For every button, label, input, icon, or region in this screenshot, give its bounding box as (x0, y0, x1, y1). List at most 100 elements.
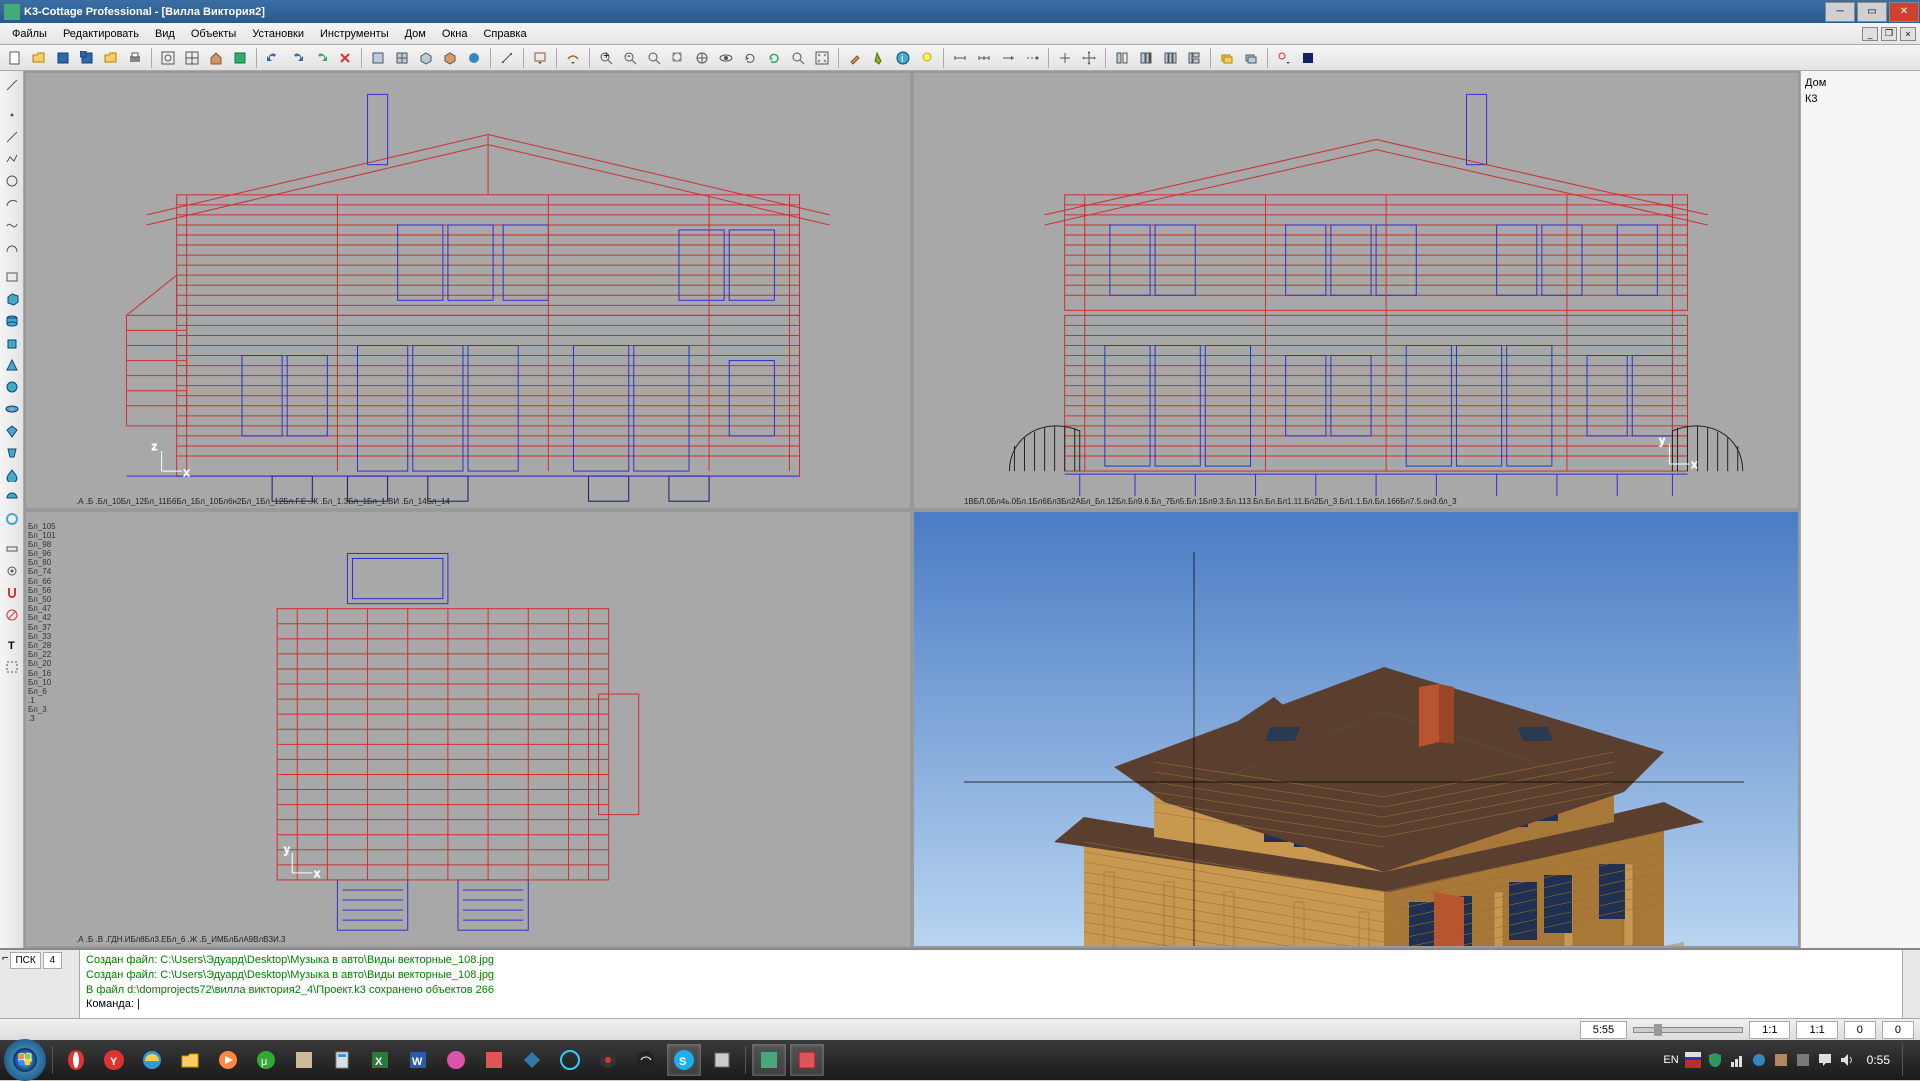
tray-app1-icon[interactable] (1751, 1052, 1767, 1068)
menu-settings[interactable]: Установки (244, 25, 312, 43)
rotate-button[interactable] (739, 47, 761, 69)
solid-2-icon[interactable] (2, 443, 22, 463)
orbit-button[interactable] (715, 47, 737, 69)
snap-dropdown-button[interactable] (1273, 47, 1295, 69)
layer-1-button[interactable] (1216, 47, 1238, 69)
start-button[interactable] (4, 1039, 46, 1081)
polyline-tool-icon[interactable] (2, 149, 22, 169)
marker-button[interactable] (868, 47, 890, 69)
app-tool-button[interactable] (229, 47, 251, 69)
prism-tool-icon[interactable] (2, 333, 22, 353)
color-swatch-button[interactable] (1297, 47, 1319, 69)
render-mode-button[interactable] (463, 47, 485, 69)
dropdown-2-button[interactable] (562, 47, 584, 69)
tray-network-icon[interactable] (1729, 1052, 1745, 1068)
taskbar-wmp-icon[interactable] (211, 1044, 245, 1076)
tray-action-center-icon[interactable] (1817, 1052, 1833, 1068)
snap-move-button[interactable] (1078, 47, 1100, 69)
open-folder-button[interactable] (100, 47, 122, 69)
cylinder-tool-icon[interactable] (2, 311, 22, 331)
light-button[interactable] (916, 47, 938, 69)
taskbar-app2-icon[interactable] (439, 1044, 473, 1076)
ruler-tool-icon[interactable] (2, 539, 22, 559)
mdi-restore-button[interactable]: ❐ (1881, 27, 1897, 41)
tray-shield-icon[interactable] (1707, 1052, 1723, 1068)
repeat-button[interactable] (310, 47, 332, 69)
zoom-all-button[interactable] (811, 47, 833, 69)
line-tool-icon[interactable] (2, 127, 22, 147)
dim-chain-button[interactable] (973, 47, 995, 69)
refresh-button[interactable] (763, 47, 785, 69)
frame-tool-icon[interactable] (2, 657, 22, 677)
measure-button[interactable] (496, 47, 518, 69)
viewport-3d-render[interactable]: xyz (914, 512, 1798, 947)
cap-tool-icon[interactable] (2, 487, 22, 507)
taskbar-app8-icon[interactable] (705, 1044, 739, 1076)
pan-button[interactable] (691, 47, 713, 69)
snap-cross-button[interactable] (1054, 47, 1076, 69)
open-file-button[interactable] (28, 47, 50, 69)
taskbar-k3-app-icon[interactable] (752, 1044, 786, 1076)
taskbar-app3-icon[interactable] (477, 1044, 511, 1076)
dim-arrow-button[interactable] (997, 47, 1019, 69)
ring-tool-icon[interactable] (2, 509, 22, 529)
sphere-tool-icon[interactable] (2, 377, 22, 397)
command-scrollbar[interactable] (1902, 950, 1920, 1018)
grid-button[interactable] (181, 47, 203, 69)
home-button[interactable] (205, 47, 227, 69)
taskbar-app5-icon[interactable] (553, 1044, 587, 1076)
menu-objects[interactable]: Объекты (183, 25, 244, 43)
view-iso-button[interactable] (415, 47, 437, 69)
menu-windows[interactable]: Окна (434, 25, 476, 43)
taskbar-ie-icon[interactable] (135, 1044, 169, 1076)
cancel-button[interactable] (334, 47, 356, 69)
dim-point-button[interactable] (1021, 47, 1043, 69)
fit-screen-button[interactable] (157, 47, 179, 69)
arc-tool-icon[interactable] (2, 193, 22, 213)
window-close-button[interactable]: ✕ (1889, 2, 1919, 22)
column-tree-button[interactable] (1183, 47, 1205, 69)
tray-flag-icon[interactable] (1685, 1052, 1701, 1068)
mdi-close-button[interactable]: × (1900, 27, 1916, 41)
taskbar-word-icon[interactable]: W (401, 1044, 435, 1076)
redo-button[interactable] (286, 47, 308, 69)
save-as-button[interactable] (76, 47, 98, 69)
tray-clock[interactable]: 0:55 (1861, 1053, 1896, 1067)
menu-view[interactable]: Вид (147, 25, 183, 43)
menu-tools[interactable]: Инструменты (312, 25, 397, 43)
menu-house[interactable]: Дом (397, 25, 434, 43)
magnet-tool-icon[interactable] (2, 583, 22, 603)
undo-button[interactable] (262, 47, 284, 69)
viewport-front-elevation[interactable]: zx .А .Б .Бл_10Бл_12Бл_11Б6Бл_1Бл_10Бл6н… (26, 73, 910, 508)
zoom-extents-button[interactable] (667, 47, 689, 69)
taskbar-app7-icon[interactable] (629, 1044, 663, 1076)
window-maximize-button[interactable]: ▭ (1857, 2, 1887, 22)
taskbar-excel-icon[interactable]: X (363, 1044, 397, 1076)
tray-volume-icon[interactable] (1839, 1052, 1855, 1068)
menu-help[interactable]: Справка (475, 25, 534, 43)
pencil-line-icon[interactable] (2, 75, 22, 95)
print-button[interactable] (124, 47, 146, 69)
viewport-rear-elevation[interactable]: xy 1ВБЛ.0Бл4ь.0Бл.1Бл6Бл3Бл2АБл_Бл.12Бл.… (914, 73, 1798, 508)
zoom-in-button[interactable]: + (595, 47, 617, 69)
layer-2-button[interactable] (1240, 47, 1262, 69)
solid-1-icon[interactable] (2, 421, 22, 441)
taskbar-snip-icon[interactable] (790, 1044, 824, 1076)
point-tool-icon[interactable] (2, 105, 22, 125)
circle-tool-icon[interactable] (2, 171, 22, 191)
tray-app2-icon[interactable] (1773, 1052, 1789, 1068)
zoom-window-button[interactable] (643, 47, 665, 69)
rect-tool-icon[interactable] (2, 267, 22, 287)
taskbar-yandex-icon[interactable]: Y (97, 1044, 131, 1076)
cone-tool-icon[interactable] (2, 355, 22, 375)
torus-tool-icon[interactable] (2, 399, 22, 419)
view-quad-button[interactable] (391, 47, 413, 69)
spline-tool-icon[interactable] (2, 215, 22, 235)
zoom-realtime-button[interactable] (787, 47, 809, 69)
command-input-cursor[interactable]: | (137, 998, 140, 1010)
ucs-value[interactable]: 4 (43, 952, 63, 969)
text-tool-icon[interactable]: T (2, 635, 22, 655)
zoom-out-button[interactable]: - (619, 47, 641, 69)
drop-tool-icon[interactable] (2, 465, 22, 485)
new-file-button[interactable] (4, 47, 26, 69)
